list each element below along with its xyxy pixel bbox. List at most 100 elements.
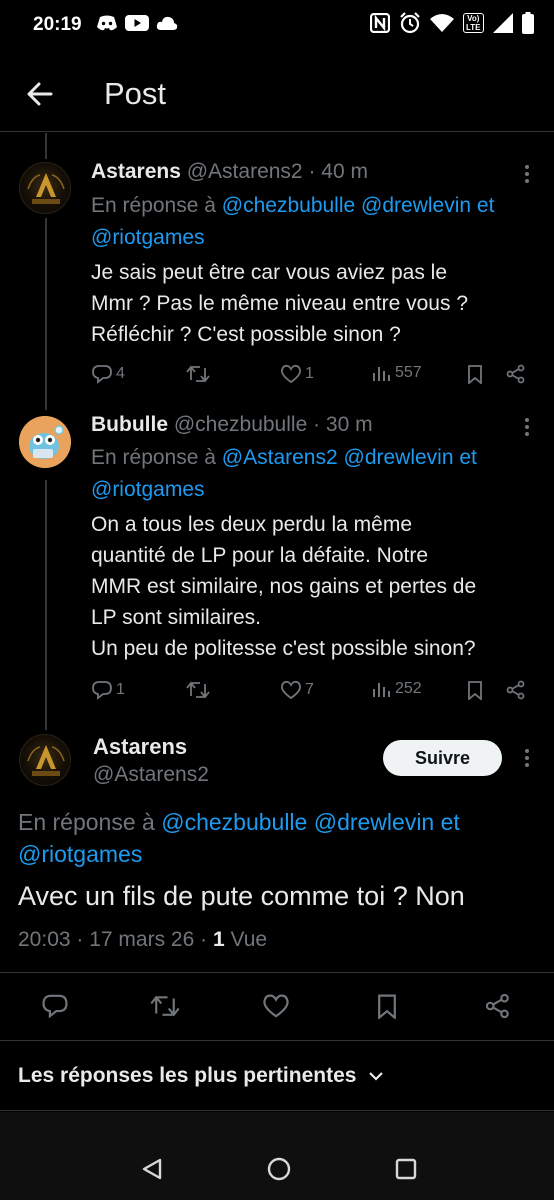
tweet-actions: 1 7 252 bbox=[0, 680, 554, 706]
nav-home-icon[interactable] bbox=[266, 1156, 292, 1182]
tweet-text: On a tous les deux perdu la même quantit… bbox=[91, 509, 476, 664]
system-navigation-bar bbox=[0, 1112, 554, 1200]
status-left-icons bbox=[96, 14, 178, 32]
reply-count: 1 bbox=[116, 681, 125, 698]
chevron-down-icon bbox=[369, 1072, 384, 1081]
repost-icon bbox=[150, 995, 180, 1017]
like-count: 7 bbox=[305, 681, 314, 698]
avatar[interactable] bbox=[19, 416, 71, 468]
nav-recents-icon[interactable] bbox=[394, 1157, 418, 1181]
volte-icon: Vo) LTE bbox=[463, 13, 484, 33]
bookmark-button[interactable] bbox=[375, 993, 399, 1019]
reply-button[interactable]: 4 bbox=[91, 364, 125, 384]
tweet-text: Je sais peut être car vous aviez pas le … bbox=[91, 257, 468, 350]
views-button[interactable]: 252 bbox=[372, 680, 422, 698]
more-options-icon[interactable] bbox=[517, 416, 537, 438]
status-bar: 20:19 Vo) LTE bbox=[0, 0, 554, 52]
tweet-text-line: MMR est similaire, nos gains et pertes d… bbox=[91, 575, 477, 598]
tweet-header: Astarens @Astarens2 · 40 m bbox=[91, 160, 368, 184]
mention-link[interactable]: @chezbubulle bbox=[161, 809, 307, 835]
bubulle-avatar-art bbox=[19, 416, 71, 468]
mention-link[interactable]: @Astarens2 bbox=[222, 446, 338, 469]
share-button[interactable] bbox=[506, 364, 526, 384]
share-icon bbox=[506, 364, 525, 384]
tweet-text-line: Je sais peut être car vous aviez pas le bbox=[91, 261, 448, 284]
like-button[interactable]: 7 bbox=[280, 680, 314, 700]
tweet-text-line: Un peu de politesse c'est possible sinon… bbox=[91, 637, 476, 660]
like-button[interactable]: 1 bbox=[280, 364, 314, 384]
mention-link[interactable]: @drewlevin bbox=[361, 194, 471, 217]
repost-icon bbox=[186, 681, 210, 699]
mention-link[interactable]: @drewlevin bbox=[344, 446, 454, 469]
user-handle[interactable]: @chezbubulle bbox=[174, 413, 307, 436]
analytics-icon bbox=[373, 367, 390, 381]
bookmark-icon bbox=[378, 994, 396, 1019]
user-handle[interactable]: @Astarens2 bbox=[187, 160, 303, 183]
reply-context: En réponse à @Astarens2 @drewlevin et @r… bbox=[91, 442, 541, 506]
reply-button[interactable] bbox=[41, 993, 69, 1019]
reply-prefix: En réponse à bbox=[18, 809, 155, 835]
more-options-icon[interactable] bbox=[517, 747, 537, 769]
post-text: Avec un fils de pute comme toi ? Non bbox=[18, 881, 465, 911]
share-button[interactable] bbox=[506, 680, 526, 700]
share-icon bbox=[485, 993, 509, 1019]
tweet-time: · 30 m bbox=[313, 413, 373, 436]
reply-count: 4 bbox=[116, 365, 125, 382]
post-datetime: 20:03 · 17 mars 26 · bbox=[18, 928, 208, 951]
analytics-icon bbox=[373, 683, 390, 697]
display-name[interactable]: Astarens bbox=[93, 734, 187, 760]
like-count: 1 bbox=[305, 365, 314, 382]
battery-icon bbox=[521, 12, 534, 34]
bookmark-icon bbox=[468, 365, 482, 384]
thread-line-top bbox=[45, 133, 47, 159]
status-right-icons: Vo) LTE bbox=[370, 12, 534, 34]
back-arrow-icon[interactable] bbox=[24, 78, 56, 110]
display-name[interactable]: Astarens bbox=[91, 160, 181, 183]
bookmark-button[interactable] bbox=[466, 680, 484, 700]
reply-button[interactable]: 1 bbox=[91, 680, 125, 700]
reply-icon bbox=[92, 681, 112, 700]
sort-label: Les réponses les plus pertinentes bbox=[18, 1064, 357, 1087]
share-button[interactable] bbox=[485, 993, 511, 1019]
avatar[interactable] bbox=[19, 162, 71, 214]
repost-button[interactable] bbox=[186, 680, 210, 700]
replies-sort-dropdown[interactable]: Les réponses les plus pertinentes bbox=[18, 1064, 384, 1088]
view-count: 557 bbox=[395, 364, 422, 381]
heart-icon bbox=[281, 364, 301, 384]
mention-link[interactable]: @drewlevin bbox=[314, 809, 435, 835]
repost-button[interactable] bbox=[186, 364, 210, 384]
like-button[interactable] bbox=[262, 993, 290, 1019]
mention-link[interactable]: @riotgames bbox=[91, 478, 205, 501]
mention-link[interactable]: @riotgames bbox=[18, 841, 142, 867]
display-name[interactable]: Bubulle bbox=[91, 413, 168, 436]
divider bbox=[0, 1110, 554, 1111]
top-app-bar: Post bbox=[0, 60, 554, 132]
nfc-icon bbox=[370, 13, 390, 33]
reply-icon bbox=[92, 365, 112, 384]
mention-link[interactable]: @riotgames bbox=[91, 226, 205, 249]
post-view-label: Vue bbox=[230, 928, 268, 951]
follow-button[interactable]: Suivre bbox=[383, 740, 502, 776]
astarens-logo bbox=[27, 173, 65, 204]
wifi-icon bbox=[430, 13, 454, 33]
heart-icon bbox=[263, 994, 289, 1018]
post-meta: 20:03 · 17 mars 26 · 1 Vue bbox=[18, 928, 267, 952]
mention-link[interactable]: @chezbubulle bbox=[222, 194, 355, 217]
bookmark-icon bbox=[468, 681, 482, 700]
reply-context: En réponse à @chezbubulle @drewlevin et … bbox=[91, 190, 531, 254]
user-handle[interactable]: @Astarens2 bbox=[93, 763, 209, 787]
tweet-text-line: Réfléchir ? C'est possible sinon ? bbox=[91, 323, 401, 346]
tweet-text-line: quantité de LP pour la défaite. Notre bbox=[91, 544, 429, 567]
more-options-icon[interactable] bbox=[517, 163, 537, 185]
astarens-logo bbox=[27, 745, 65, 776]
post-view-count[interactable]: 1 bbox=[213, 928, 225, 951]
nav-back-icon[interactable] bbox=[140, 1157, 164, 1181]
avatar[interactable] bbox=[19, 734, 71, 786]
bookmark-button[interactable] bbox=[466, 364, 484, 384]
mention-conjunction: et bbox=[440, 809, 460, 835]
alarm-icon bbox=[399, 12, 421, 34]
tweet-text-line: LP sont similaires. bbox=[91, 606, 262, 629]
divider bbox=[0, 972, 554, 973]
repost-button[interactable] bbox=[150, 993, 180, 1019]
views-button[interactable]: 557 bbox=[372, 364, 422, 382]
